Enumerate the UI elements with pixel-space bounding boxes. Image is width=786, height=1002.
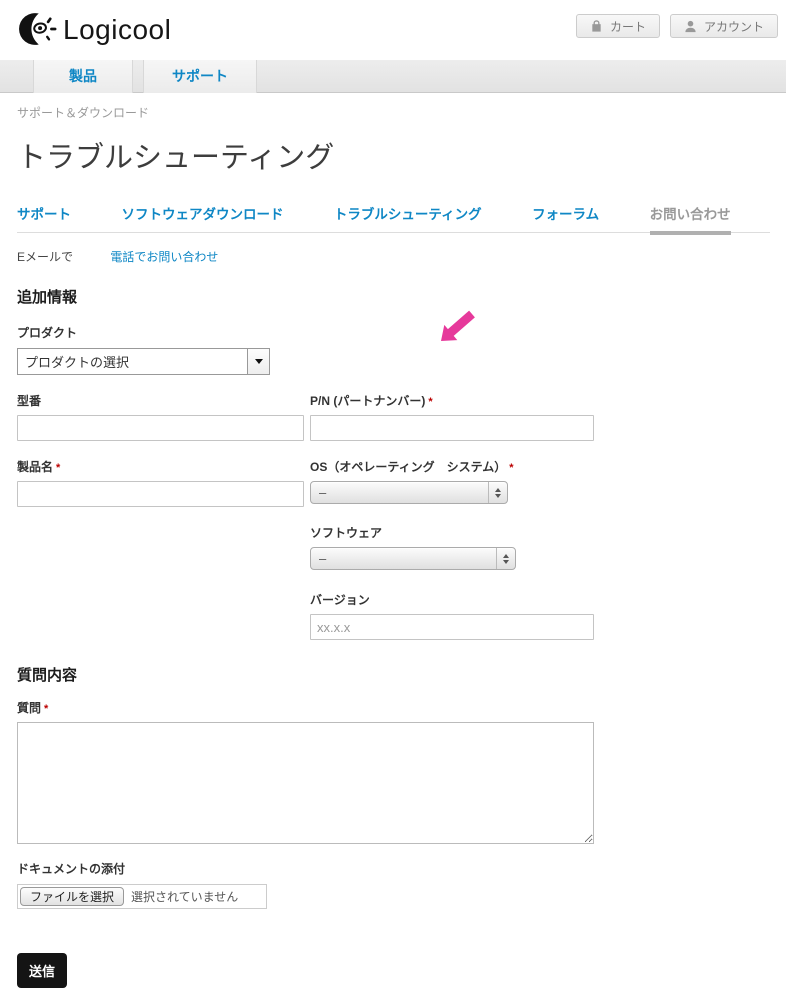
product-select-arrow-button[interactable] <box>247 349 269 374</box>
product-select-value: プロダクトの選択 <box>25 355 130 370</box>
software-label: ソフトウェア <box>310 526 383 540</box>
contact-form: 追加情報 プロダクト プロダクトの選択 型番 P/N (パートナンバー) * 製品… <box>0 286 786 1002</box>
file-status-text: 選択されていません <box>131 890 239 904</box>
mainnav-tab-products[interactable]: 製品 <box>33 60 133 93</box>
tab-contact[interactable]: お問い合わせ <box>649 203 731 235</box>
software-select[interactable]: – <box>310 547 516 570</box>
part-number-input[interactable] <box>310 415 594 441</box>
tab-support[interactable]: サポート <box>17 203 71 232</box>
product-select[interactable]: プロダクトの選択 <box>17 348 270 375</box>
chevron-down-icon <box>254 359 263 364</box>
mainnav-tab-support[interactable]: サポート <box>143 60 257 93</box>
site-header: Logicool カート アカウント <box>0 0 786 60</box>
required-asterisk: * <box>56 462 61 474</box>
required-asterisk: * <box>428 396 433 408</box>
logo-wordmark: Logicool <box>63 14 172 45</box>
cart-button[interactable]: カート <box>575 14 660 38</box>
page-title: トラブルシューティング <box>17 142 335 174</box>
contact-options: Eメールで 電話でお問い合わせ <box>17 248 786 265</box>
os-select[interactable]: – <box>310 481 508 504</box>
contact-email-label: Eメールで <box>17 250 74 264</box>
arrow-up-icon <box>495 487 501 492</box>
tab-troubleshooting[interactable]: トラブルシューティング <box>334 203 482 232</box>
account-icon <box>685 20 696 32</box>
section-tabs: サポート ソフトウェアダウンロード トラブルシューティング フォーラム お問い合… <box>17 203 770 235</box>
arrow-down-icon <box>495 493 501 498</box>
tab-software-download[interactable]: ソフトウェアダウンロード <box>121 203 283 232</box>
tab-forum[interactable]: フォーラム <box>532 203 599 232</box>
choose-file-button[interactable]: ファイルを選択 <box>20 887 125 906</box>
question-label: 質問 <box>17 701 42 715</box>
os-select-stepper[interactable] <box>488 482 507 503</box>
main-nav: 製品 サポート <box>0 60 786 93</box>
cart-button-label: カート <box>609 19 646 34</box>
arrow-up-icon <box>503 553 509 558</box>
version-label: バージョン <box>310 593 370 607</box>
product-name-input[interactable] <box>17 481 304 507</box>
os-label: OS（オペレーティング システム） <box>310 460 507 474</box>
section-additional-info: 追加情報 <box>17 289 78 306</box>
version-input[interactable] <box>310 614 594 640</box>
cart-icon <box>592 19 601 32</box>
required-asterisk: * <box>509 462 514 474</box>
section-question: 質問内容 <box>17 667 78 684</box>
logicool-logo-icon <box>19 13 57 45</box>
software-select-stepper[interactable] <box>496 548 515 569</box>
arrow-down-icon <box>503 559 509 564</box>
submit-button[interactable]: 送信 <box>17 953 68 988</box>
account-button[interactable]: アカウント <box>669 14 778 38</box>
attachment-label: ドキュメントの添付 <box>17 862 126 876</box>
question-textarea[interactable] <box>17 722 594 844</box>
breadcrumb[interactable]: サポート＆ダウンロード <box>17 104 786 121</box>
logicool-logo[interactable]: Logicool <box>15 9 171 49</box>
part-number-label: P/N (パートナンバー) <box>310 394 426 408</box>
attachment-file-input[interactable]: ファイルを選択 選択されていません <box>17 884 267 909</box>
model-label: 型番 <box>17 394 42 408</box>
required-asterisk: * <box>44 703 49 715</box>
os-select-value: – <box>319 485 327 500</box>
contact-phone-link[interactable]: 電話でお問い合わせ <box>110 250 218 264</box>
software-select-value: – <box>319 551 327 566</box>
account-button-label: アカウント <box>703 19 764 34</box>
product-name-label: 製品名 <box>17 460 54 474</box>
model-input[interactable] <box>17 415 304 441</box>
product-label: プロダクト <box>17 326 78 340</box>
